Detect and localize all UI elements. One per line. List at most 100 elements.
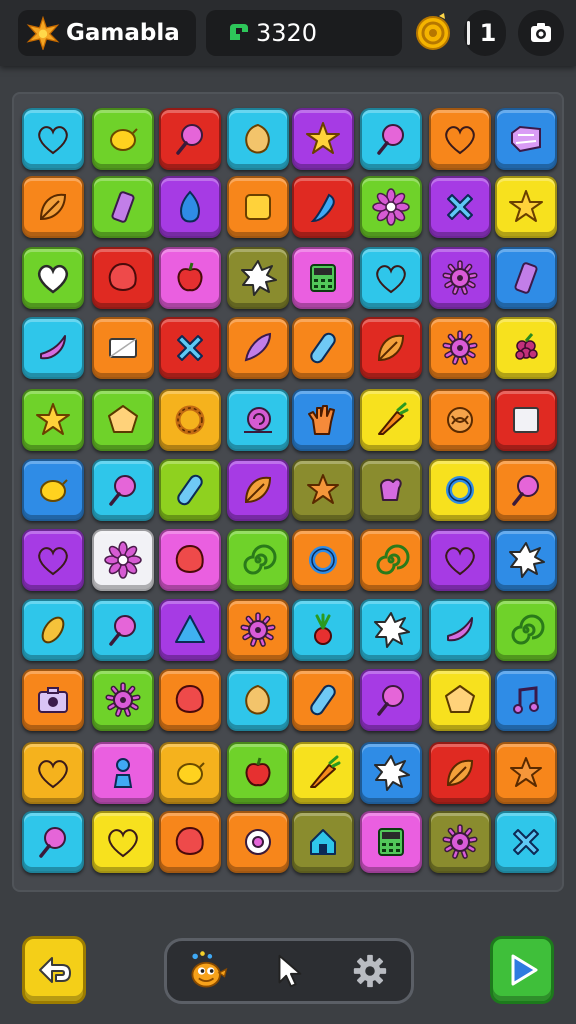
mascot-button[interactable] — [184, 947, 232, 995]
spiral-icon — [243, 544, 277, 575]
tile-heart[interactable] — [22, 742, 84, 804]
tile-bean[interactable] — [22, 599, 84, 661]
tile-ring[interactable] — [429, 459, 491, 521]
tile-leaf[interactable] — [429, 742, 491, 804]
tile-leaf[interactable] — [22, 176, 84, 238]
tile-star[interactable] — [292, 108, 354, 170]
tile-carrot[interactable] — [292, 742, 354, 804]
tile-lollipop[interactable] — [22, 811, 84, 873]
tile-heart[interactable] — [92, 811, 154, 873]
tile-ring[interactable] — [292, 529, 354, 591]
tile-heart[interactable] — [360, 247, 422, 309]
tile-drop[interactable] — [159, 176, 221, 238]
tile-pill[interactable] — [292, 669, 354, 731]
tile-blob[interactable] — [159, 811, 221, 873]
tile-lollipop[interactable] — [159, 108, 221, 170]
settings-button[interactable] — [346, 947, 394, 995]
tile-spiral[interactable] — [360, 529, 422, 591]
tile-heart[interactable] — [22, 529, 84, 591]
tile-pawn[interactable] — [92, 742, 154, 804]
tile-chili[interactable] — [292, 176, 354, 238]
tile-bar[interactable] — [92, 176, 154, 238]
tile-sun[interactable] — [227, 599, 289, 661]
tile-lollipop[interactable] — [495, 459, 557, 521]
tile-bar[interactable] — [495, 247, 557, 309]
tile-heart[interactable] — [429, 108, 491, 170]
tile-lollipop[interactable] — [92, 459, 154, 521]
tile-lollipop[interactable] — [92, 599, 154, 661]
tile-donut[interactable] — [227, 811, 289, 873]
tile-gem[interactable] — [495, 108, 557, 170]
tile-burst[interactable] — [360, 599, 422, 661]
sun-icon — [105, 682, 141, 717]
tile-sun[interactable] — [92, 669, 154, 731]
tile-feather[interactable] — [227, 317, 289, 379]
tile-leaf[interactable] — [227, 459, 289, 521]
tile-lemon[interactable] — [159, 742, 221, 804]
tile-sun[interactable] — [429, 317, 491, 379]
tile-camera[interactable] — [22, 669, 84, 731]
burst-icon — [241, 260, 277, 296]
tile-heart[interactable] — [429, 529, 491, 591]
tile-calculator[interactable] — [360, 811, 422, 873]
tile-burst[interactable] — [360, 742, 422, 804]
tile-heart-outline[interactable] — [22, 247, 84, 309]
tile-lollipop[interactable] — [360, 669, 422, 731]
tile-house[interactable] — [292, 811, 354, 873]
tile-leaf[interactable] — [360, 317, 422, 379]
tile-lemon[interactable] — [92, 108, 154, 170]
tile-spiral[interactable] — [495, 599, 557, 661]
tile-square[interactable] — [227, 176, 289, 238]
tile-starfish[interactable] — [292, 459, 354, 521]
tile-sun[interactable] — [429, 811, 491, 873]
tile-cross[interactable] — [429, 176, 491, 238]
tile-blob[interactable] — [92, 247, 154, 309]
play-button[interactable] — [490, 936, 554, 1004]
tile-mitten[interactable] — [360, 459, 422, 521]
tile-lemon[interactable] — [22, 459, 84, 521]
tile-blob[interactable] — [159, 529, 221, 591]
tile-square-white[interactable] — [495, 389, 557, 451]
tile-star[interactable] — [495, 176, 557, 238]
tile-nut[interactable] — [227, 108, 289, 170]
tile-spiral[interactable] — [227, 529, 289, 591]
tile-cross[interactable] — [159, 317, 221, 379]
tile-star[interactable] — [22, 389, 84, 451]
tile-flower[interactable] — [360, 176, 422, 238]
tile-snail[interactable] — [227, 389, 289, 451]
tile-heart[interactable] — [22, 108, 84, 170]
tile-apple[interactable] — [227, 742, 289, 804]
tile-wreath[interactable] — [159, 389, 221, 451]
tile-nut[interactable] — [227, 669, 289, 731]
tile-carrot[interactable] — [360, 389, 422, 451]
tile-burst[interactable] — [227, 247, 289, 309]
tile-pentagon[interactable] — [429, 669, 491, 731]
tile-banana[interactable] — [22, 317, 84, 379]
pointer-button[interactable] — [265, 947, 313, 995]
tile-grape[interactable] — [495, 317, 557, 379]
tile-radish[interactable] — [292, 599, 354, 661]
bird-mascot-icon — [191, 951, 228, 988]
back-button[interactable] — [22, 936, 86, 1004]
camera-button[interactable] — [518, 10, 564, 56]
tile-sun[interactable] — [429, 247, 491, 309]
tile-calculator[interactable] — [292, 247, 354, 309]
tile-pentagon[interactable] — [92, 389, 154, 451]
tile-music[interactable] — [495, 669, 557, 731]
tile-cross[interactable] — [495, 811, 557, 873]
tile-banana[interactable] — [429, 599, 491, 661]
tile-knot[interactable] — [429, 389, 491, 451]
tile-pill[interactable] — [159, 459, 221, 521]
tile-burst[interactable] — [495, 529, 557, 591]
tile-triangle[interactable] — [159, 599, 221, 661]
tile-starfish[interactable] — [495, 742, 557, 804]
tile-blob[interactable] — [159, 669, 221, 731]
tile-envelope[interactable] — [92, 317, 154, 379]
tile-flower[interactable] — [92, 529, 154, 591]
coin-icon[interactable] — [414, 12, 452, 52]
camera-icon — [38, 687, 68, 713]
tile-apple[interactable] — [159, 247, 221, 309]
tile-lollipop[interactable] — [360, 108, 422, 170]
tile-hand[interactable] — [292, 389, 354, 451]
tile-pill[interactable] — [292, 317, 354, 379]
